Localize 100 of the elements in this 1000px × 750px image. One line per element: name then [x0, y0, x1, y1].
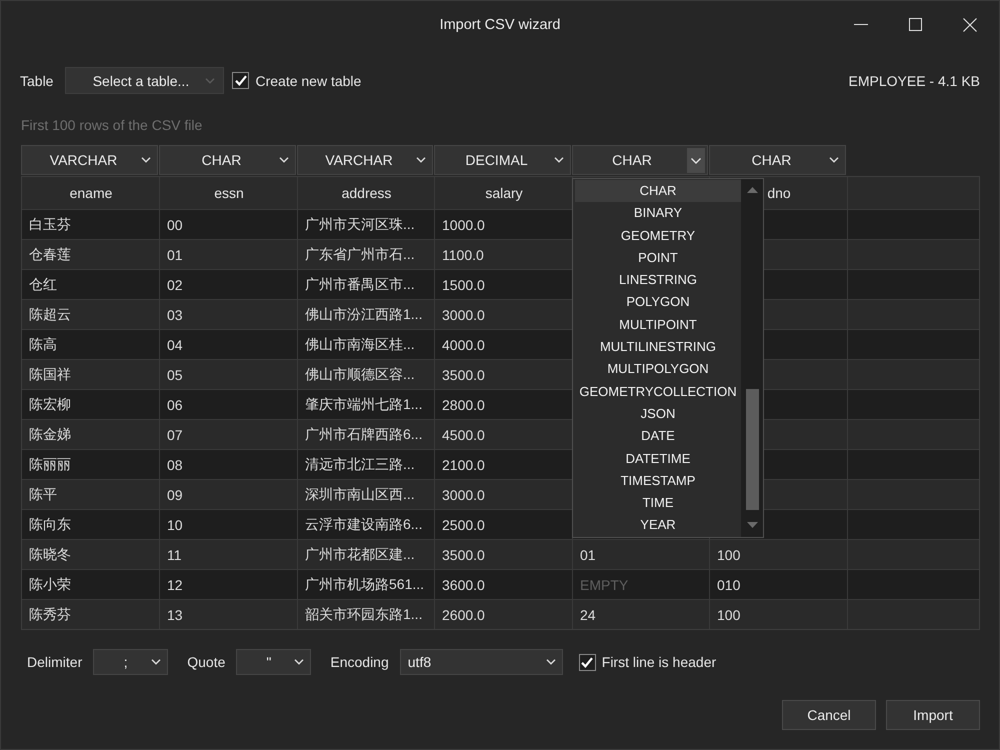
delimiter-label: Delimiter [27, 654, 82, 670]
table-cell-text: 24 [579, 606, 597, 624]
scrollbar-thumb[interactable] [746, 389, 758, 510]
table-cell-text: 4500.0 [441, 426, 486, 444]
table-cell-text: 1000.0 [441, 216, 486, 234]
dropdown-option[interactable]: JSON [575, 402, 741, 426]
table-cell-text: EMPTY [579, 576, 630, 594]
scrollbar[interactable] [741, 179, 763, 537]
table-cell-text: 2100.0 [441, 456, 486, 474]
chevron-down-icon [687, 148, 705, 172]
column-header: ename [70, 185, 112, 201]
checkmark-icon [581, 656, 594, 668]
table-cell-text: 01 [166, 246, 184, 264]
type-dropdown[interactable]: DECIMAL [434, 145, 571, 175]
table-cell-text: 陈秀芬 [28, 604, 72, 624]
dropdown-option[interactable]: GEOMETRY [575, 224, 741, 247]
quote-dropdown[interactable]: " [236, 649, 312, 675]
close-icon[interactable] [963, 18, 977, 32]
table-cell-text: 清远市北江三路... [304, 454, 416, 474]
table-cell-text: 3000.0 [441, 306, 486, 324]
table-cell-text: 广州市花都区建... [304, 544, 416, 564]
chevron-down-icon [279, 157, 289, 163]
table-cell-text: 06 [166, 396, 184, 414]
table-cell-text: 07 [166, 426, 184, 444]
table-cell-text: 2600.0 [441, 606, 486, 624]
table-cell-text: 陈高 [28, 334, 58, 354]
delimiter-dropdown[interactable]: ; [93, 649, 168, 675]
encoding-dropdown[interactable]: utf8 [400, 649, 563, 675]
file-info: EMPLOYEE - 4.1 KB [848, 72, 980, 88]
table-cell-text: 陈晓冬 [28, 544, 72, 564]
table-cell-text: 10 [166, 516, 184, 534]
table-cell-text: 11 [166, 546, 183, 564]
column-header: dno [767, 185, 791, 201]
table-cell-text: 韶关市环园东路1... [304, 604, 424, 624]
type-dropdown[interactable]: CHAR [572, 145, 708, 175]
table-cell-text: 3600.0 [441, 576, 486, 594]
table-cell-text: 4000.0 [441, 336, 486, 354]
type-dropdown[interactable]: CHAR [159, 145, 296, 175]
table-cell-text: 佛山市汾江西路1... [304, 304, 424, 324]
table-cell-text: 2500.0 [441, 516, 486, 534]
table-cell-text: 01 [579, 546, 597, 564]
checkbox-label[interactable]: Create new table [255, 72, 362, 88]
table-cell-text: 仓红 [28, 274, 58, 294]
secondary-button[interactable]: Cancel [782, 700, 876, 730]
table-cell-text: 100 [716, 546, 742, 564]
table-cell-text: 陈丽丽 [28, 454, 72, 474]
chevron-down-icon [141, 157, 151, 163]
table-cell-text: 广东省广州市石... [304, 244, 416, 264]
checkbox-label[interactable]: First line is header [602, 654, 716, 670]
table-cell-text: 广州市番禺区市... [304, 274, 416, 294]
table-cell-text: 13 [166, 606, 184, 624]
primary-button[interactable]: Import [886, 700, 980, 730]
preview-caption: First 100 rows of the CSV file [21, 117, 202, 133]
table-cell-text: 3000.0 [441, 486, 486, 504]
table-cell-text: 陈平 [28, 484, 58, 504]
table-cell-text: 3500.0 [441, 366, 486, 384]
column-header: address [342, 185, 392, 201]
table-cell-text: 陈金娣 [28, 424, 72, 444]
table-cell-text: 陈超云 [28, 304, 72, 324]
dropdown-option[interactable]: TIME [575, 492, 741, 514]
table-cell-text: 04 [166, 336, 184, 354]
dropdown-option[interactable]: DATETIME [575, 448, 741, 470]
table-cell-text: 广州市天河区珠... [304, 214, 416, 234]
maximize-icon[interactable] [909, 18, 922, 31]
table-cell-text: 佛山市顺德区容... [304, 364, 416, 384]
dropdown-option[interactable]: DATE [575, 425, 741, 448]
chevron-down-icon [205, 78, 216, 84]
dropdown-option[interactable]: POINT [575, 246, 741, 270]
table-cell-text: 08 [166, 456, 184, 474]
dropdown-option[interactable]: MULTIPOLYGON [575, 358, 741, 381]
table-label: Table [20, 72, 54, 88]
column-header: salary [485, 185, 523, 201]
chevron-down-icon [416, 157, 426, 163]
table-cell-text: 广州市机场路561... [304, 574, 426, 594]
checkbox[interactable] [578, 654, 596, 670]
dropdown-option[interactable]: MULTIPOINT [575, 314, 741, 336]
table-cell-text: 1500.0 [441, 276, 486, 294]
type-dropdown[interactable]: CHAR [709, 145, 846, 175]
dropdown-option[interactable]: BINARY [575, 202, 741, 225]
table-cell-text: 1100.0 [441, 246, 485, 264]
dropdown-option[interactable]: MULTILINESTRING [575, 336, 741, 358]
dropdown-option[interactable]: TIMESTAMP [575, 470, 741, 492]
table-cell-text: 云浮市建设南路6... [304, 514, 424, 534]
type-dropdown[interactable]: VARCHAR [297, 145, 433, 175]
chevron-down-icon [151, 659, 162, 665]
type-dropdown[interactable]: VARCHAR [21, 145, 158, 175]
table-cell-text: 白玉芬 [28, 214, 72, 234]
dropdown-option[interactable]: YEAR [575, 514, 741, 537]
table-cell-text: 肇庆市端州七路1... [304, 394, 424, 414]
table-cell-text: 09 [166, 486, 184, 504]
dropdown-option[interactable]: POLYGON [575, 291, 741, 314]
dropdown-option[interactable]: LINESTRING [575, 269, 741, 292]
up-triangle-icon [746, 187, 758, 193]
checkbox[interactable] [232, 72, 250, 89]
dropdown-option[interactable]: CHAR [575, 180, 741, 202]
table-cell-text: 3500.0 [441, 546, 486, 564]
dropdown-option[interactable]: GEOMETRYCOLLECTION [575, 380, 741, 403]
table-cell-text: 010 [716, 576, 742, 594]
table-cell-text: 02 [166, 276, 184, 294]
window-title: Import CSV wizard [440, 16, 560, 32]
